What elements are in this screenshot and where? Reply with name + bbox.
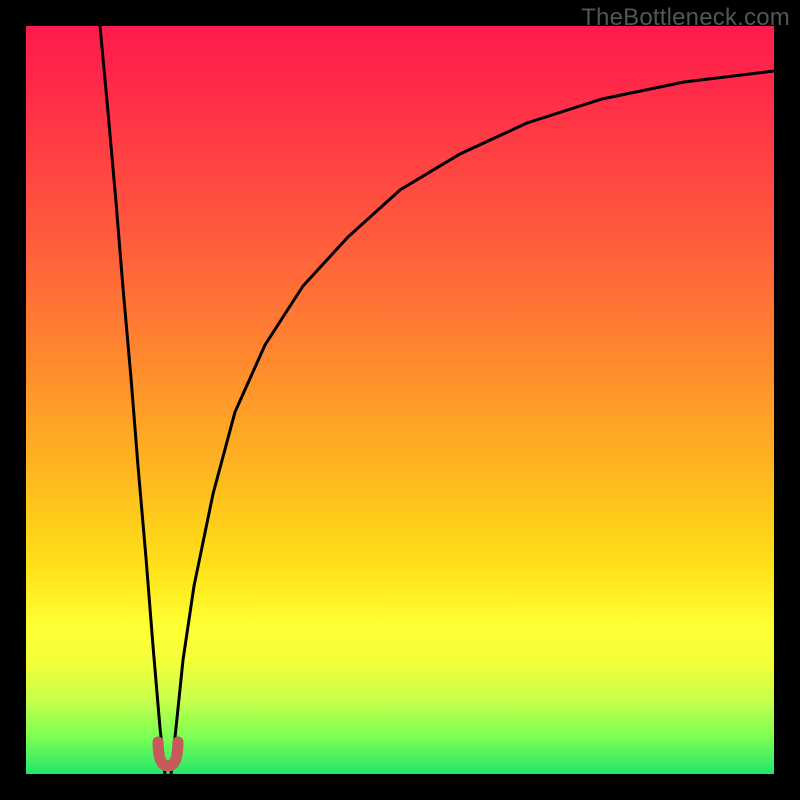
curve-right-branch bbox=[171, 71, 774, 774]
curve-layer bbox=[26, 26, 774, 774]
minimum-marker bbox=[158, 742, 178, 766]
watermark-text: TheBottleneck.com bbox=[581, 4, 790, 32]
chart-frame: TheBottleneck.com bbox=[0, 0, 800, 800]
curve-left-branch bbox=[100, 26, 165, 774]
